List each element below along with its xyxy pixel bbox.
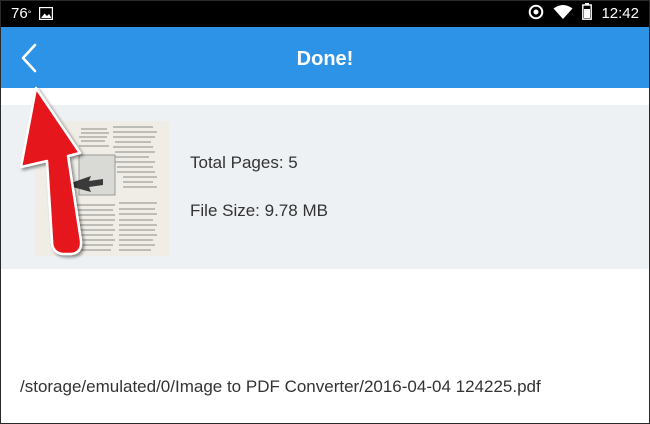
pdf-page-thumbnail[interactable] [35,121,169,256]
battery-icon [582,3,593,25]
status-temperature: 76° [11,5,32,22]
app-screen: 76° 12:42 Done! Total Pages: 5 File Size… [0,0,650,424]
status-bar: 76° 12:42 [1,1,649,27]
data-saver-icon [528,4,544,25]
image-notification-icon [38,6,54,21]
page-title: Done! [296,48,354,70]
result-card: Total Pages: 5 File Size: 9.78 MB [1,105,649,269]
total-pages-label: Total Pages: 5 [190,153,298,172]
file-size-label: File Size: 9.78 MB [190,201,328,220]
app-toolbar: Done! [1,27,649,88]
status-clock: 12:42 [601,5,639,22]
file-path: /storage/emulated/0/Image to PDF Convert… [20,377,541,396]
wifi-icon [553,4,573,25]
